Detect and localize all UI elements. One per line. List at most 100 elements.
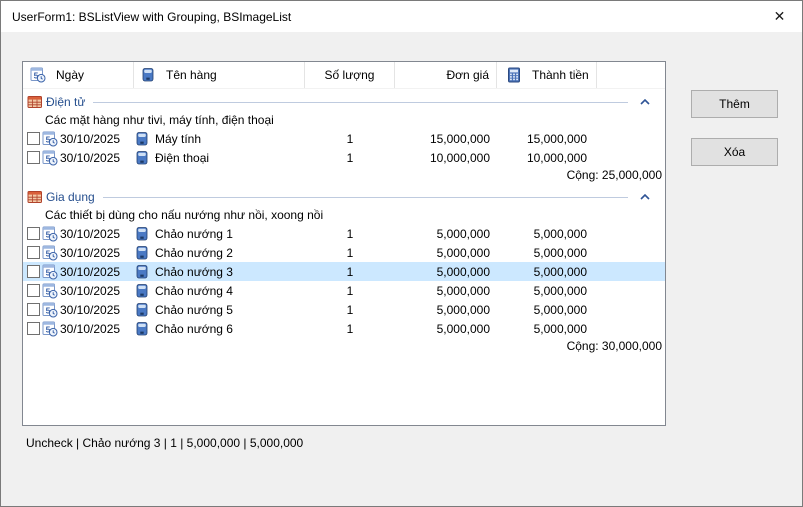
table-row[interactable]: 5 30/10/2025 Chảo nướng 1 1 5,000,000 5,… bbox=[23, 224, 665, 243]
table-row[interactable]: 5 30/10/2025 Máy tính 1 15,000,000 15,00… bbox=[23, 129, 665, 148]
product-icon bbox=[134, 302, 150, 318]
column-label: Tên hàng bbox=[166, 68, 217, 82]
row-name: Máy tính bbox=[155, 132, 201, 146]
row-name-cell: Chảo nướng 6 bbox=[134, 321, 305, 337]
group-rows: 5 30/10/2025 Chảo nướng 1 1 5,000,000 5,… bbox=[23, 224, 665, 338]
column-header-so-luong[interactable]: Số lượng bbox=[305, 62, 395, 88]
group-rows: 5 30/10/2025 Máy tính 1 15,000,000 15,00… bbox=[23, 129, 665, 167]
row-qty: 1 bbox=[305, 227, 395, 241]
row-name-cell: Điện thoại bbox=[134, 150, 305, 166]
row-date-cell: 5 30/10/2025 bbox=[23, 321, 134, 337]
table-row[interactable]: 5 30/10/2025 Chảo nướng 6 1 5,000,000 5,… bbox=[23, 319, 665, 338]
date-icon: 5 bbox=[42, 245, 58, 261]
row-price: 5,000,000 bbox=[395, 303, 497, 317]
table-row[interactable]: 5 30/10/2025 Chảo nướng 2 1 5,000,000 5,… bbox=[23, 243, 665, 262]
column-label: Số lượng bbox=[325, 68, 375, 82]
column-label: Ngày bbox=[56, 68, 84, 82]
row-name-cell: Máy tính bbox=[134, 131, 305, 147]
group-title: Điện tử bbox=[46, 95, 85, 109]
row-date-cell: 5 30/10/2025 bbox=[23, 264, 134, 280]
row-total: 5,000,000 bbox=[497, 227, 597, 241]
column-header-thanh-tien[interactable]: Thành tiền bbox=[497, 62, 597, 88]
row-date: 30/10/2025 bbox=[60, 322, 120, 336]
row-checkbox[interactable] bbox=[27, 265, 40, 278]
group-description: Các mặt hàng như tivi, máy tính, điện th… bbox=[23, 111, 665, 129]
product-icon bbox=[134, 131, 150, 147]
row-checkbox[interactable] bbox=[27, 284, 40, 297]
row-checkbox[interactable] bbox=[27, 227, 40, 240]
row-name: Chảo nướng 5 bbox=[155, 303, 233, 317]
close-icon[interactable]: ✕ bbox=[757, 1, 802, 32]
group-title: Gia dụng bbox=[46, 190, 95, 204]
chevron-up-icon[interactable] bbox=[640, 99, 650, 105]
xoa-button[interactable]: Xóa bbox=[691, 138, 778, 166]
row-date: 30/10/2025 bbox=[60, 246, 120, 260]
row-checkbox[interactable] bbox=[27, 246, 40, 259]
column-header-filler bbox=[597, 62, 665, 88]
product-icon bbox=[140, 67, 156, 83]
date-icon: 5 bbox=[42, 226, 58, 242]
row-price: 10,000,000 bbox=[395, 151, 497, 165]
row-checkbox[interactable] bbox=[27, 322, 40, 335]
product-icon bbox=[134, 226, 150, 242]
table-row[interactable]: 5 30/10/2025 Điện thoại 1 10,000,000 10,… bbox=[23, 148, 665, 167]
column-header-ten-hang[interactable]: Tên hàng bbox=[134, 62, 305, 88]
row-qty: 1 bbox=[305, 151, 395, 165]
listview-body: Điện tử Các mặt hàng như tivi, máy tính,… bbox=[23, 89, 665, 355]
row-price: 5,000,000 bbox=[395, 265, 497, 279]
row-total: 5,000,000 bbox=[497, 303, 597, 317]
product-icon bbox=[134, 150, 150, 166]
group-total: Cộng: 30,000,000 bbox=[23, 338, 665, 355]
row-name-cell: Chảo nướng 2 bbox=[134, 245, 305, 261]
date-icon: 5 bbox=[42, 302, 58, 318]
date-icon: 5 bbox=[42, 321, 58, 337]
group-icon bbox=[27, 94, 43, 110]
form-body: 5 Ngày Tên hàng Số lượng Đơn giá bbox=[1, 32, 802, 506]
row-total: 5,000,000 bbox=[497, 284, 597, 298]
row-date: 30/10/2025 bbox=[60, 227, 120, 241]
date-icon: 5 bbox=[42, 283, 58, 299]
group-description: Các thiết bị dùng cho nấu nướng như nồi,… bbox=[23, 206, 665, 224]
table-row[interactable]: 5 30/10/2025 Chảo nướng 5 1 5,000,000 5,… bbox=[23, 300, 665, 319]
row-name: Chảo nướng 6 bbox=[155, 322, 233, 336]
row-checkbox[interactable] bbox=[27, 303, 40, 316]
row-qty: 1 bbox=[305, 303, 395, 317]
row-price: 5,000,000 bbox=[395, 246, 497, 260]
row-date-cell: 5 30/10/2025 bbox=[23, 302, 134, 318]
row-name-cell: Chảo nướng 1 bbox=[134, 226, 305, 242]
product-icon bbox=[134, 264, 150, 280]
group-header: Gia dụng bbox=[23, 188, 665, 206]
listview-header: 5 Ngày Tên hàng Số lượng Đơn giá bbox=[23, 62, 665, 89]
row-name: Chảo nướng 3 bbox=[155, 265, 233, 279]
userform-window: UserForm1: BSListView with Grouping, BSI… bbox=[0, 0, 803, 507]
group-header: Điện tử bbox=[23, 93, 665, 111]
row-date-cell: 5 30/10/2025 bbox=[23, 226, 134, 242]
row-total: 15,000,000 bbox=[497, 132, 597, 146]
product-icon bbox=[134, 321, 150, 337]
row-price: 5,000,000 bbox=[395, 322, 497, 336]
column-header-don-gia[interactable]: Đơn giá bbox=[395, 62, 497, 88]
column-header-ngay[interactable]: 5 Ngày bbox=[23, 62, 134, 88]
column-label: Thành tiền bbox=[532, 68, 589, 82]
row-name: Chảo nướng 2 bbox=[155, 246, 233, 260]
chevron-up-icon[interactable] bbox=[640, 194, 650, 200]
table-row[interactable]: 5 30/10/2025 Chảo nướng 4 1 5,000,000 5,… bbox=[23, 281, 665, 300]
row-name: Chảo nướng 4 bbox=[155, 284, 233, 298]
row-checkbox[interactable] bbox=[27, 151, 40, 164]
row-date: 30/10/2025 bbox=[60, 303, 120, 317]
row-checkbox[interactable] bbox=[27, 132, 40, 145]
row-date: 30/10/2025 bbox=[60, 151, 120, 165]
row-qty: 1 bbox=[305, 132, 395, 146]
them-button[interactable]: Thêm bbox=[691, 90, 778, 118]
titlebar[interactable]: UserForm1: BSListView with Grouping, BSI… bbox=[1, 1, 802, 32]
row-name: Chảo nướng 1 bbox=[155, 227, 233, 241]
row-date-cell: 5 30/10/2025 bbox=[23, 245, 134, 261]
row-date: 30/10/2025 bbox=[60, 132, 120, 146]
listview-group: Điện tử Các mặt hàng như tivi, máy tính,… bbox=[23, 93, 665, 184]
date-icon: 5 bbox=[42, 264, 58, 280]
product-icon bbox=[134, 283, 150, 299]
date-icon: 5 bbox=[42, 131, 58, 147]
table-row[interactable]: 5 30/10/2025 Chảo nướng 3 1 5,000,000 5,… bbox=[23, 262, 665, 281]
row-qty: 1 bbox=[305, 265, 395, 279]
row-date-cell: 5 30/10/2025 bbox=[23, 150, 134, 166]
